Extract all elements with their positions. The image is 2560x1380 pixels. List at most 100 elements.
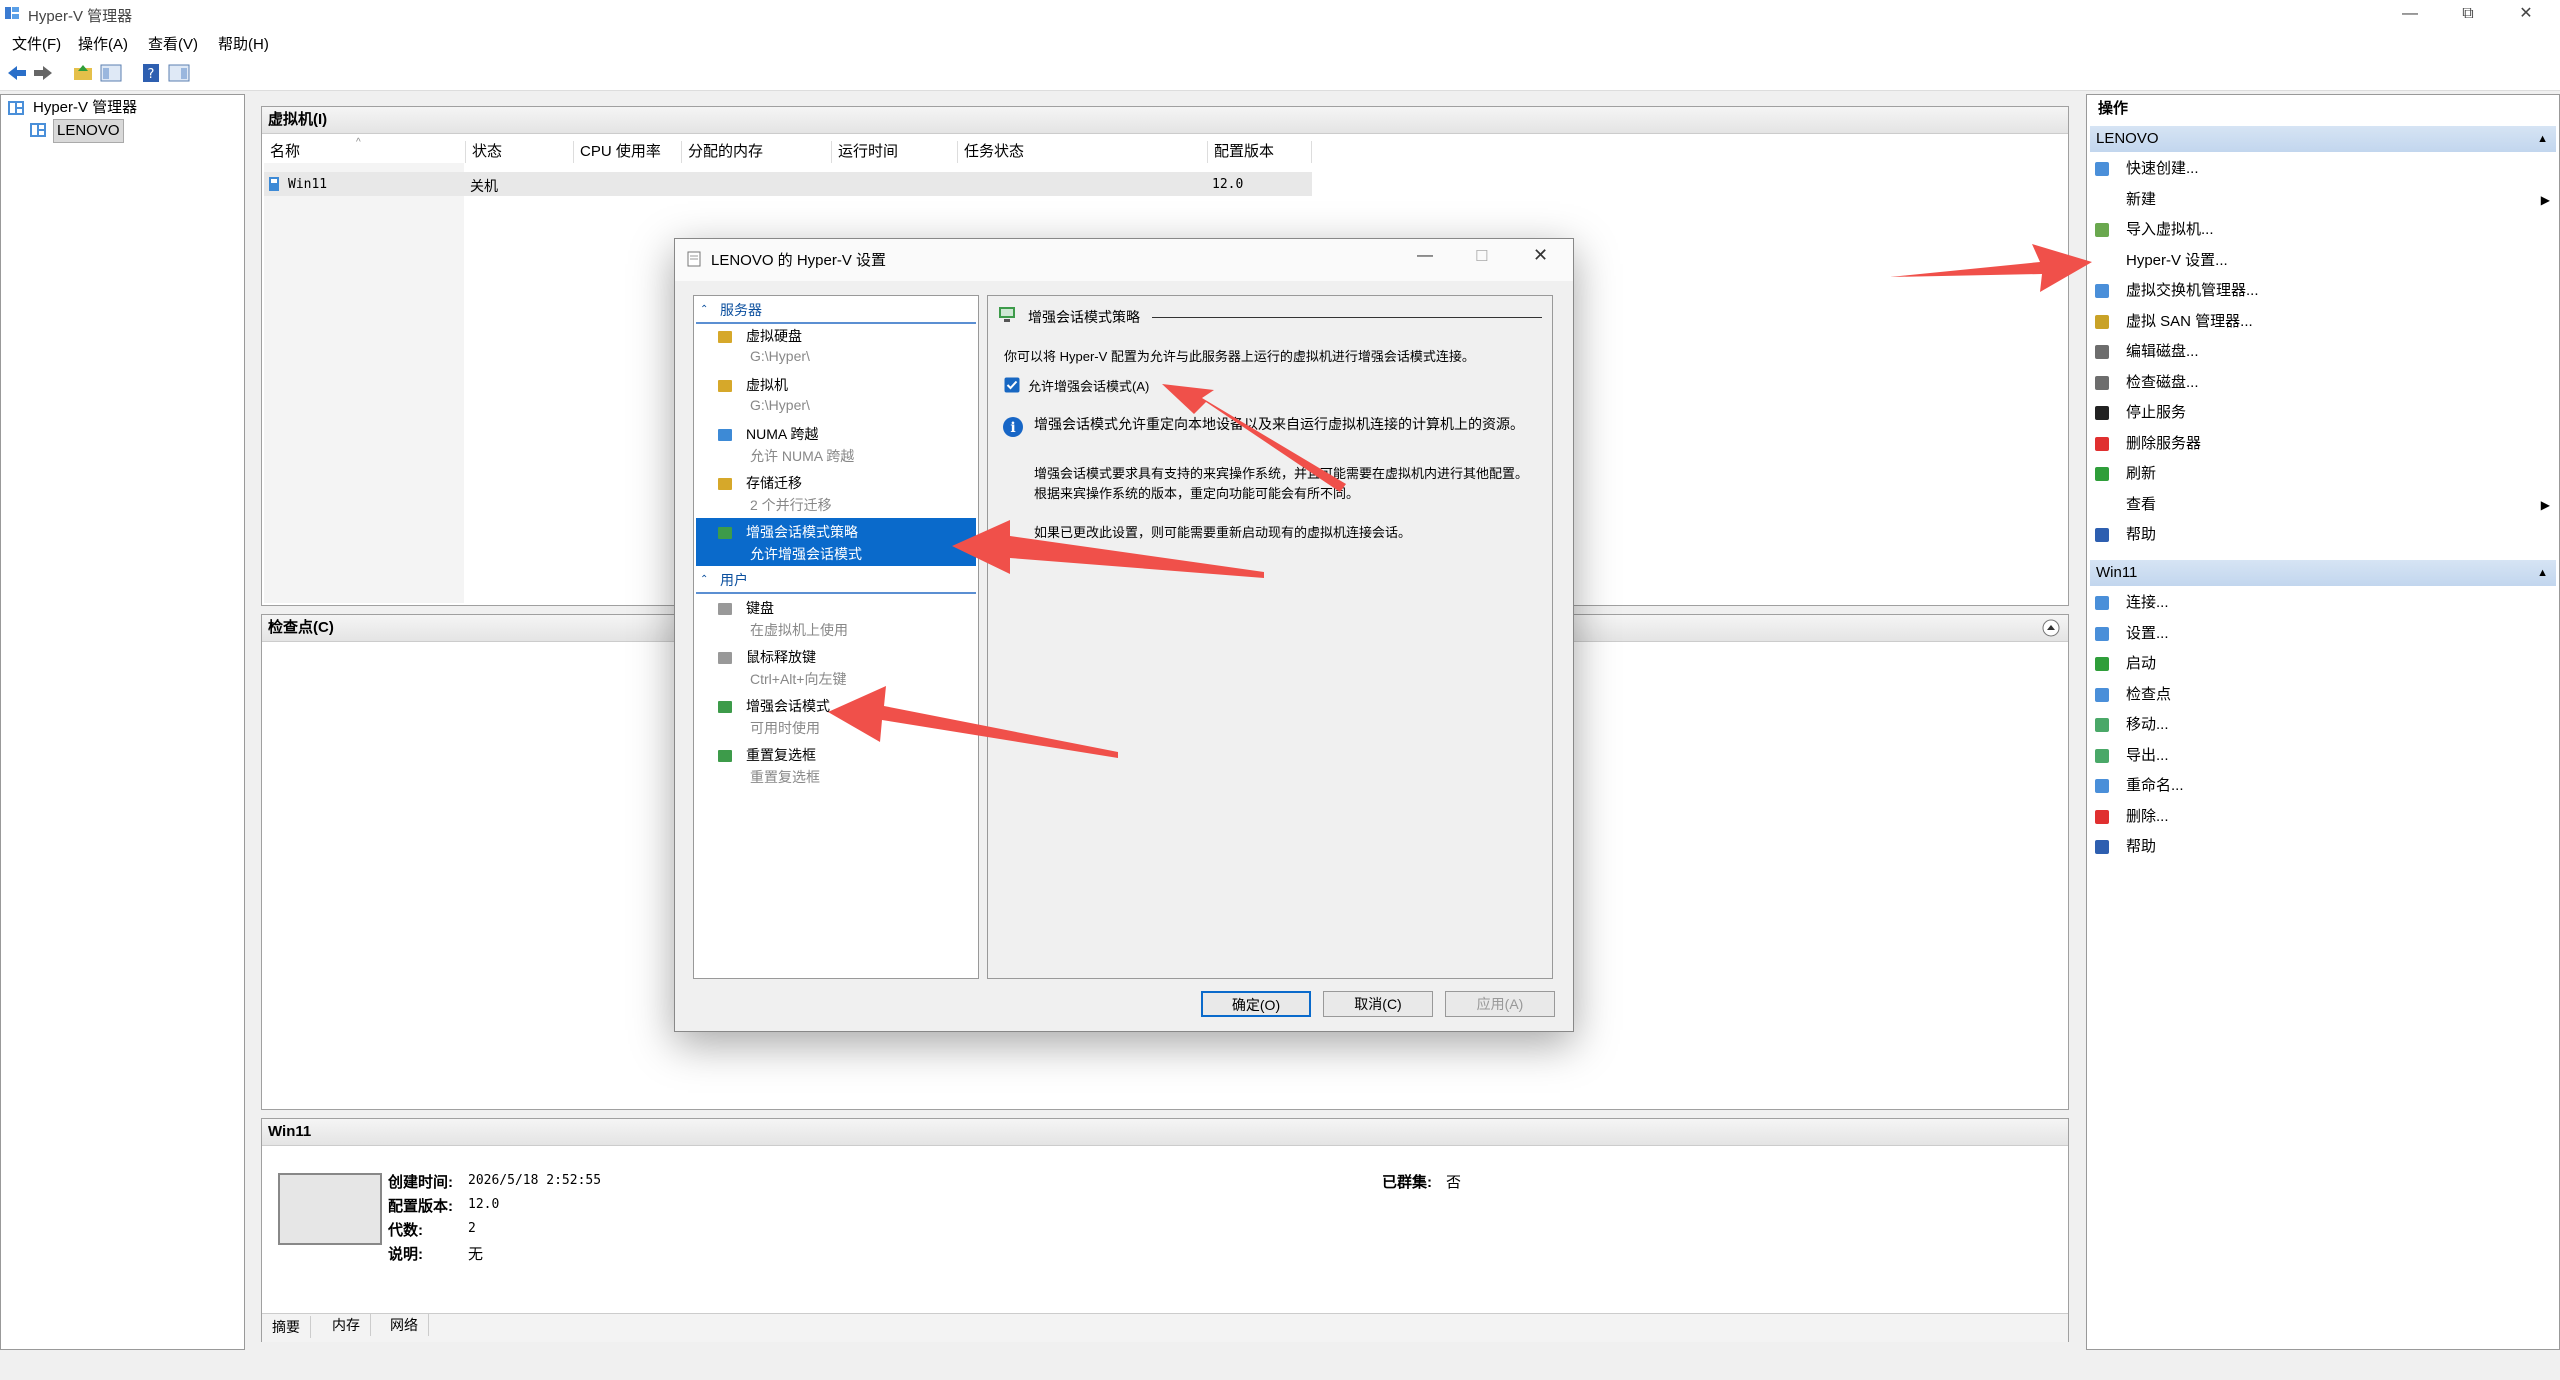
minimize-button[interactable]: — bbox=[2382, 0, 2438, 28]
checkbox-checked-icon bbox=[1004, 377, 1020, 393]
tree-root[interactable]: Hyper-V 管理器 bbox=[7, 97, 137, 119]
nav-item[interactable]: 鼠标释放键 Ctrl+Alt+向左键 bbox=[696, 643, 976, 691]
nav-item-title: 增强会话模式策略 bbox=[746, 524, 858, 540]
lenovo-action-9[interactable]: 删除服务器 bbox=[2090, 429, 2556, 459]
lenovo-action-12[interactable]: 帮助 bbox=[2090, 520, 2556, 550]
move-icon bbox=[2095, 718, 2109, 732]
vm-action-2[interactable]: 启动 bbox=[2090, 649, 2556, 679]
info-text-requirements: 增强会话模式要求具有支持的来宾操作系统，并且可能需要在虚拟机内进行其他配置。根据… bbox=[1034, 466, 1529, 501]
lenovo-action-2[interactable]: 导入虚拟机... bbox=[2090, 215, 2556, 245]
window-title: Hyper-V 管理器 bbox=[28, 8, 133, 25]
nav-item-icon bbox=[718, 750, 732, 762]
col-config-version[interactable]: 配置版本 bbox=[1208, 141, 1312, 163]
action-label: 查看 bbox=[2126, 495, 2157, 513]
window-titlebar: Hyper-V 管理器 — ⧉ ✕ bbox=[0, 0, 2560, 28]
dialog-title: LENOVO 的 Hyper-V 设置 bbox=[711, 252, 887, 269]
delete-icon bbox=[2095, 809, 2109, 824]
collapse-panel-icon[interactable] bbox=[2042, 619, 2060, 637]
info-icon: i bbox=[1003, 417, 1023, 437]
vm-action-3[interactable]: 检查点 bbox=[2090, 680, 2556, 710]
created-value: 2026/5/18 2:52:55 bbox=[468, 1173, 602, 1188]
menu-view[interactable]: 查看(V) bbox=[148, 33, 198, 54]
menu-action[interactable]: 操作(A) bbox=[78, 33, 128, 54]
vm-action-6[interactable]: 重命名... bbox=[2090, 771, 2556, 801]
collapse-up-icon[interactable]: ▲ bbox=[2537, 560, 2548, 586]
nav-item-icon bbox=[718, 701, 732, 713]
settings-nav: ⌃ 服务器 虚拟硬盘 G:\Hyper\ 虚拟机 G:\Hyper\ NUMA 跨越 允许… bbox=[693, 295, 979, 979]
tab-network[interactable]: 网络 bbox=[380, 1314, 429, 1336]
lenovo-action-1[interactable]: 新建 ▶ bbox=[2090, 185, 2556, 215]
col-state[interactable]: 状态 bbox=[466, 141, 574, 163]
nav-header-server-label: 服务器 bbox=[720, 302, 762, 318]
help-toolbar-icon[interactable]: ? bbox=[140, 63, 162, 83]
vm-action-7[interactable]: 删除... bbox=[2090, 802, 2556, 832]
tab-summary[interactable]: 摘要 bbox=[262, 1316, 311, 1338]
lenovo-action-3[interactable]: Hyper-V 设置... bbox=[2090, 246, 2556, 276]
actions-section-lenovo[interactable]: LENOVO ▲ bbox=[2090, 126, 2556, 152]
cancel-button[interactable]: 取消(C) bbox=[1323, 991, 1433, 1017]
lenovo-action-6[interactable]: 编辑磁盘... bbox=[2090, 337, 2556, 367]
nav-item-icon bbox=[718, 603, 732, 615]
nav-item[interactable]: 存储迁移 2 个并行迁移 bbox=[696, 469, 976, 517]
config-version-value: 12.0 bbox=[468, 1197, 500, 1212]
vm-action-1[interactable]: 设置... bbox=[2090, 619, 2556, 649]
edit-disk-icon bbox=[2095, 345, 2109, 359]
col-name[interactable]: 名称 bbox=[264, 141, 466, 163]
action-label: 启动 bbox=[2126, 655, 2157, 672]
vm-name: Win11 bbox=[288, 177, 328, 192]
back-arrow-icon[interactable] bbox=[6, 63, 28, 83]
nav-item[interactable]: 重置复选框 重置复选框 bbox=[696, 741, 976, 789]
lenovo-action-5[interactable]: 虚拟 SAN 管理器... bbox=[2090, 307, 2556, 337]
collapse-up-icon[interactable]: ▲ bbox=[2537, 126, 2548, 152]
nav-item[interactable]: 增强会话模式 可用时使用 bbox=[696, 692, 976, 740]
show-hide-actions-icon[interactable] bbox=[168, 63, 190, 83]
table-row[interactable]: Win11 关机 12.0 bbox=[264, 172, 1312, 196]
close-button[interactable]: ✕ bbox=[2498, 0, 2554, 28]
col-cpu[interactable]: CPU 使用率 bbox=[574, 141, 682, 163]
col-memory[interactable]: 分配的内存 bbox=[682, 141, 832, 163]
vm-action-4[interactable]: 移动... bbox=[2090, 710, 2556, 740]
ok-button[interactable]: 确定(O) bbox=[1201, 991, 1311, 1017]
tab-memory[interactable]: 内存 bbox=[322, 1314, 371, 1336]
menu-file[interactable]: 文件(F) bbox=[12, 33, 61, 54]
enhanced-session-icon bbox=[999, 307, 1015, 322]
nav-item-subtitle: 允许增强会话模式 bbox=[750, 546, 862, 562]
nav-item[interactable]: 增强会话模式策略允许增强会话模式 bbox=[696, 518, 976, 566]
server-icon bbox=[30, 123, 46, 137]
forward-arrow-icon[interactable] bbox=[32, 63, 54, 83]
svg-text:i: i bbox=[1010, 420, 1015, 436]
nav-item-icon bbox=[718, 331, 732, 343]
vm-action-0[interactable]: 连接... bbox=[2090, 588, 2556, 618]
lenovo-action-8[interactable]: 停止服务 bbox=[2090, 398, 2556, 428]
nav-item-title: 虚拟机 bbox=[746, 377, 788, 393]
restore-button[interactable]: ⧉ bbox=[2440, 0, 2496, 28]
col-task-status[interactable]: 任务状态 bbox=[958, 141, 1208, 163]
menu-help[interactable]: 帮助(H) bbox=[218, 33, 269, 54]
lenovo-action-0[interactable]: 快速创建... bbox=[2090, 154, 2556, 184]
nav-item[interactable]: 虚拟硬盘 G:\Hyper\ bbox=[696, 322, 976, 370]
nav-item[interactable]: 虚拟机 G:\Hyper\ bbox=[696, 371, 976, 419]
nav-header-server[interactable]: ⌃ 服务器 bbox=[696, 298, 976, 324]
nav-item-subtitle: 可用时使用 bbox=[750, 720, 820, 736]
lenovo-action-7[interactable]: 检查磁盘... bbox=[2090, 368, 2556, 398]
actions-section-vm[interactable]: Win11 ▲ bbox=[2090, 560, 2556, 586]
nav-item-icon bbox=[718, 429, 732, 441]
nav-item-title: 存储迁移 bbox=[746, 475, 802, 491]
lenovo-action-10[interactable]: 刷新 bbox=[2090, 459, 2556, 489]
nav-item-subtitle: 2 个并行迁移 bbox=[750, 497, 832, 513]
nav-item[interactable]: NUMA 跨越 允许 NUMA 跨越 bbox=[696, 420, 976, 468]
vm-action-5[interactable]: 导出... bbox=[2090, 741, 2556, 771]
col-uptime[interactable]: 运行时间 bbox=[832, 141, 958, 163]
dialog-minimize-button[interactable]: — bbox=[1417, 247, 1433, 265]
nav-item[interactable]: 键盘 在虚拟机上使用 bbox=[696, 594, 976, 642]
show-hide-tree-icon[interactable] bbox=[100, 63, 122, 83]
quick-create-icon bbox=[2095, 162, 2109, 176]
lenovo-action-11[interactable]: 查看 ▶ bbox=[2090, 490, 2556, 520]
section-title: 增强会话模式策略 bbox=[1028, 309, 1140, 325]
dialog-close-button[interactable]: ✕ bbox=[1533, 245, 1548, 266]
vm-action-8[interactable]: 帮助 bbox=[2090, 832, 2556, 862]
nav-item-title: 鼠标释放键 bbox=[746, 649, 816, 665]
up-folder-icon[interactable] bbox=[72, 63, 94, 83]
nav-header-user[interactable]: ⌃ 用户 bbox=[696, 568, 976, 594]
lenovo-action-4[interactable]: 虚拟交换机管理器... bbox=[2090, 276, 2556, 306]
